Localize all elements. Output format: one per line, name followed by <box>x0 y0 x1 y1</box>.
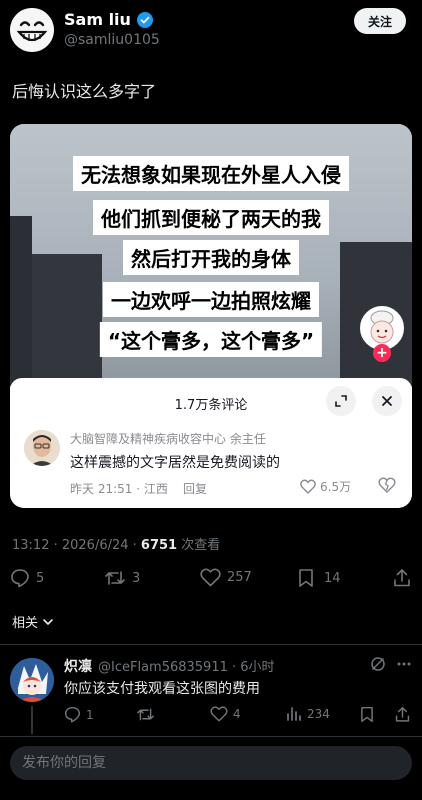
thread-line <box>31 706 33 734</box>
verified-badge-icon <box>136 11 153 28</box>
author-name-row[interactable]: Sam liu <box>64 10 153 29</box>
reply-views-button[interactable]: 234 <box>286 706 330 722</box>
chevron-down-icon <box>43 618 53 625</box>
post-media[interactable]: 无法想象如果现在外星人入侵 他们抓到便秘了两天的我 然后打开我的身体 一边欢呼一… <box>10 124 412 508</box>
divider <box>0 736 422 737</box>
repost-icon <box>105 571 125 585</box>
close-button[interactable] <box>372 386 402 416</box>
expand-icon <box>335 395 347 407</box>
reply-compose-box[interactable] <box>10 746 412 780</box>
reply-share-button[interactable] <box>394 706 411 723</box>
comment-text: 这样震撼的文字居然是免费阅读的 <box>70 455 280 471</box>
share-icon <box>394 569 410 587</box>
post-action-bar: 5 3 257 14 <box>0 566 422 592</box>
comment-like-count: 6.5万 <box>320 480 352 494</box>
bookmark-icon <box>299 569 313 587</box>
more-horizontal-icon <box>397 662 411 666</box>
view-count: 6751 <box>140 538 178 553</box>
expand-button[interactable] <box>326 386 356 416</box>
reply-count: 5 <box>36 570 45 586</box>
author-name[interactable]: Sam liu <box>64 10 131 29</box>
bookmark-icon <box>361 706 373 723</box>
follow-button[interactable]: 关注 <box>354 8 406 34</box>
related-toggle[interactable]: 相关 <box>12 612 54 631</box>
share-icon <box>395 706 410 722</box>
share-button[interactable] <box>392 568 412 588</box>
comment-meta: 昨天 21:51 · 江西 <box>70 482 168 496</box>
post-time: 13:12 · 2026/6/24 · <box>12 538 141 553</box>
repost-button[interactable]: 3 <box>104 568 140 588</box>
divider <box>0 644 422 645</box>
reply-input[interactable] <box>10 746 412 780</box>
person-photo-icon <box>24 430 60 466</box>
repost-icon <box>137 708 154 721</box>
author-handle[interactable]: @samliu0105 <box>64 32 160 48</box>
grok-button[interactable] <box>370 656 386 672</box>
bookmark-button[interactable]: 14 <box>298 568 341 588</box>
reply-repost-button[interactable] <box>136 706 155 723</box>
repost-count: 3 <box>132 570 141 586</box>
grin-face-icon <box>10 8 54 52</box>
grok-icon <box>371 657 385 671</box>
comment-panel: 1.7万条评论 大脑智障及精神疾病收容中心 余主任 这样震撼的文字居然是免费阅读… <box>10 378 412 508</box>
related-label: 相关 <box>12 616 39 631</box>
reply-author-avatar[interactable] <box>10 658 54 702</box>
reply-reply-button[interactable]: 1 <box>64 706 94 723</box>
caption-line-4: 一边欢呼一边拍照炫耀 <box>103 282 319 317</box>
caption-line-1: 无法想象如果现在外星人入侵 <box>73 156 349 191</box>
reply-text: 你应该支付我观看这张图的费用 <box>64 681 260 697</box>
follow-plus-icon[interactable]: + <box>373 344 391 362</box>
author-avatar[interactable] <box>10 8 54 52</box>
reply-button[interactable]: 5 <box>10 568 44 588</box>
building-left <box>32 254 102 386</box>
heart-outline-icon <box>210 706 228 722</box>
reply-author-handle[interactable]: @IceFlam56835911 · 6小时 <box>98 656 275 675</box>
analytics-bars-icon <box>287 707 301 721</box>
comment-like-button[interactable]: 6.5万 <box>300 478 351 495</box>
anime-avatar-icon <box>10 658 54 702</box>
bookmark-count: 14 <box>324 570 341 586</box>
reply-author-row[interactable]: 炽凛 @IceFlam56835911 · 6小时 <box>64 656 275 676</box>
post-text: 后悔认识这么多字了 <box>12 82 157 101</box>
reply-author-name[interactable]: 炽凛 <box>64 656 92 676</box>
reply-bubble-icon <box>11 569 29 588</box>
view-label: 次查看 <box>177 538 221 553</box>
like-count: 257 <box>227 570 252 585</box>
comment-reply-button[interactable]: 回复 <box>183 480 207 497</box>
close-icon <box>382 396 392 406</box>
comment-dislike-button[interactable] <box>378 477 396 493</box>
caption-line-3: 然后打开我的身体 <box>123 240 299 275</box>
commenter-avatar[interactable] <box>24 430 60 466</box>
caption-line-2: 他们抓到便秘了两天的我 <box>93 200 329 235</box>
like-button[interactable]: 257 <box>200 568 252 587</box>
reply-like-count: 4 <box>233 707 241 721</box>
reply-like-button[interactable]: 4 <box>210 706 241 722</box>
reply-view-count: 234 <box>307 707 330 721</box>
chef-mascot-icon <box>362 308 402 348</box>
heart-outline-icon <box>200 568 221 587</box>
more-options-button[interactable] <box>396 656 412 672</box>
commenter-name[interactable]: 大脑智障及精神疾病收容中心 余主任 <box>70 430 266 447</box>
reply-reply-count: 1 <box>86 707 94 722</box>
reply-bubble-icon <box>64 706 81 723</box>
post-timestamp: 13:12 · 2026/6/24 · 6751 次查看 <box>12 534 220 553</box>
caption-line-5: “这个膏多，这个膏多” <box>99 322 323 357</box>
broken-heart-icon <box>378 477 396 493</box>
heart-outline-icon <box>300 479 316 494</box>
building-left-edge <box>10 216 32 386</box>
reply-bookmark-button[interactable] <box>360 706 374 723</box>
